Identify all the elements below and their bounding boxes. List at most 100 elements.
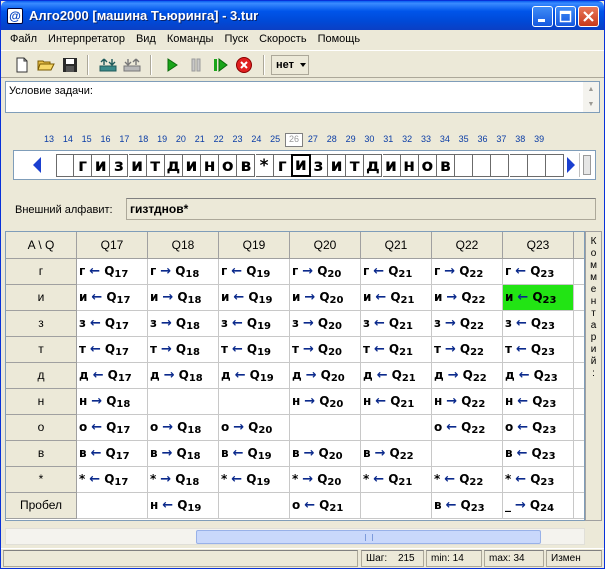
table-cell[interactable]: в → Q20 <box>290 441 361 467</box>
symbol-row-header[interactable]: т <box>6 337 77 363</box>
table-horizontal-scrollbar[interactable] <box>5 528 585 545</box>
pause-button[interactable] <box>185 55 207 75</box>
menu-item[interactable]: Пуск <box>219 30 254 49</box>
table-cell[interactable]: т → Q18 <box>148 337 219 363</box>
tape-cell[interactable] <box>455 154 474 177</box>
table-cell[interactable]: д → Q18 <box>148 363 219 389</box>
state-header[interactable]: Q22 <box>432 232 503 259</box>
symbol-row-header[interactable]: о <box>6 415 77 441</box>
table-cell[interactable]: * ← Q19 <box>219 467 290 493</box>
table-cell[interactable]: * ← Q21 <box>361 467 432 493</box>
tape-cell[interactable]: * <box>255 154 274 177</box>
table-cell[interactable]: д ← Q23 <box>503 363 574 389</box>
state-header-partial[interactable] <box>574 232 584 259</box>
tape-cell-head[interactable]: и <box>290 154 311 177</box>
alphabet-field[interactable]: гизтднов* <box>126 198 596 220</box>
symbol-row-header[interactable]: и <box>6 285 77 311</box>
table-cell[interactable]: г → Q22 <box>432 259 503 285</box>
table-cell[interactable]: о ← Q17 <box>77 415 148 441</box>
tape-cell[interactable] <box>491 154 510 177</box>
condition-textarea[interactable]: Условие задачи: ▲ ▼ <box>5 81 600 113</box>
table-cell[interactable]: о → Q18 <box>148 415 219 441</box>
tape-speed-slider[interactable] <box>579 153 593 177</box>
table-cell[interactable]: в ← Q23 <box>503 441 574 467</box>
table-cell-partial[interactable] <box>574 441 584 467</box>
tape-scroll-right-button[interactable] <box>564 155 578 175</box>
stop-button[interactable] <box>233 55 255 75</box>
tape-cell[interactable] <box>545 154 564 177</box>
state-header[interactable]: Q23 <box>503 232 574 259</box>
table-cell[interactable] <box>148 389 219 415</box>
tape-cell[interactable]: н <box>201 154 220 177</box>
table-cell[interactable]: з → Q18 <box>148 311 219 337</box>
tape-cell[interactable]: т <box>146 154 165 177</box>
table-cell-partial[interactable] <box>574 363 584 389</box>
step-button[interactable] <box>209 55 231 75</box>
symbol-row-header[interactable]: д <box>6 363 77 389</box>
symbol-row-header[interactable]: з <box>6 311 77 337</box>
menu-item[interactable]: Файл <box>5 30 43 49</box>
table-cell[interactable]: * → Q18 <box>148 467 219 493</box>
table-cell[interactable]: и → Q22 <box>432 285 503 311</box>
table-cell-partial[interactable] <box>574 467 584 493</box>
table-cell[interactable]: в ← Q17 <box>77 441 148 467</box>
table-cell[interactable]: г → Q18 <box>148 259 219 285</box>
tape-cell[interactable]: в <box>237 154 256 177</box>
table-cell[interactable]: _ → Q24 <box>503 493 574 519</box>
state-header[interactable]: Q20 <box>290 232 361 259</box>
table-cell[interactable]: з → Q22 <box>432 311 503 337</box>
tape-cell[interactable]: о <box>219 154 238 177</box>
menu-item[interactable]: Вид <box>131 30 162 49</box>
table-cell-partial[interactable] <box>574 259 584 285</box>
table-cell[interactable]: д → Q22 <box>432 363 503 389</box>
run-button[interactable] <box>161 55 183 75</box>
table-cell[interactable]: * ← Q17 <box>77 467 148 493</box>
table-cell[interactable]: в ← Q23 <box>432 493 503 519</box>
table-cell[interactable]: в → Q18 <box>148 441 219 467</box>
table-cell[interactable]: в ← Q19 <box>219 441 290 467</box>
table-cell[interactable] <box>361 493 432 519</box>
table-cell[interactable]: з → Q20 <box>290 311 361 337</box>
scroll-down-icon[interactable]: ▼ <box>583 97 599 112</box>
save-button[interactable] <box>59 55 81 75</box>
table-cell[interactable]: н ← Q21 <box>361 389 432 415</box>
table-cell[interactable]: т ← Q23 <box>503 337 574 363</box>
table-cell[interactable]: и → Q20 <box>290 285 361 311</box>
table-cell[interactable]: д → Q20 <box>290 363 361 389</box>
new-file-button[interactable] <box>11 55 33 75</box>
table-cell[interactable]: о ← Q21 <box>290 493 361 519</box>
table-cell-partial[interactable] <box>574 493 584 519</box>
symbol-row-header[interactable]: г <box>6 259 77 285</box>
table-cell[interactable]: т ← Q21 <box>361 337 432 363</box>
table-cell[interactable]: о → Q20 <box>219 415 290 441</box>
minimize-button[interactable] <box>532 6 553 27</box>
tape-cell[interactable]: г <box>74 154 93 177</box>
tape-cell[interactable]: з <box>110 154 129 177</box>
slider-thumb[interactable] <box>583 155 591 175</box>
table-cell[interactable]: г ← Q17 <box>77 259 148 285</box>
tape-cell[interactable]: и <box>382 154 401 177</box>
table-cell[interactable]: и ← Q17 <box>77 285 148 311</box>
tape-scroll-left-button[interactable] <box>30 155 44 175</box>
table-cell[interactable]: н → Q22 <box>432 389 503 415</box>
tape-cell[interactable]: и <box>92 154 111 177</box>
table-cell-partial[interactable] <box>574 337 584 363</box>
table-cell[interactable]: н ← Q19 <box>148 493 219 519</box>
table-cell[interactable]: д ← Q21 <box>361 363 432 389</box>
table-cell[interactable]: и ← Q21 <box>361 285 432 311</box>
close-button[interactable] <box>578 6 599 27</box>
tape-to-text-button[interactable] <box>97 55 119 75</box>
table-cell[interactable]: т → Q20 <box>290 337 361 363</box>
comment-panel[interactable]: Комментарий: <box>585 231 602 521</box>
menu-item[interactable]: Скорость <box>254 30 313 49</box>
table-cell[interactable] <box>290 415 361 441</box>
table-cell[interactable]: г → Q20 <box>290 259 361 285</box>
tape-cell[interactable]: д <box>364 154 383 177</box>
tape-cell[interactable]: з <box>309 154 328 177</box>
open-file-button[interactable] <box>35 55 57 75</box>
state-header[interactable]: Q17 <box>77 232 148 259</box>
table-cell[interactable] <box>432 441 503 467</box>
table-cell[interactable]: и ← Q19 <box>219 285 290 311</box>
menu-item[interactable]: Интерпретатор <box>43 30 131 49</box>
menu-item[interactable]: Помощь <box>313 30 367 49</box>
